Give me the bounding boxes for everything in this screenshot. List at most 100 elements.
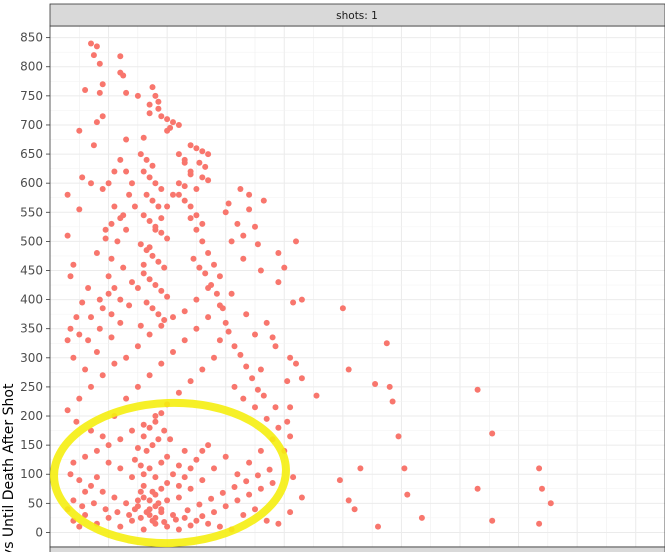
data-point (108, 255, 115, 262)
data-point (275, 520, 282, 527)
y-axis: 0 50 100 150 200 250 300 350 400 450 500 550 600 650 7… (20, 31, 50, 539)
data-point (155, 203, 162, 210)
data-point (257, 447, 264, 454)
data-point (205, 314, 212, 321)
data-point (146, 331, 153, 338)
data-point (205, 442, 212, 449)
data-point (99, 186, 106, 192)
data-point (123, 395, 130, 402)
data-point (260, 197, 267, 204)
data-point (257, 267, 264, 274)
data-point (205, 151, 212, 158)
data-point (395, 433, 402, 440)
data-point (187, 142, 194, 149)
data-point (152, 413, 159, 419)
data-point (158, 215, 165, 222)
data-point (187, 203, 194, 210)
data-point (161, 427, 168, 434)
data-point (152, 474, 159, 481)
data-point (137, 514, 144, 521)
data-point (219, 489, 226, 496)
data-point (287, 354, 294, 361)
data-point (252, 331, 258, 338)
data-point (181, 308, 188, 315)
data-point (170, 191, 176, 198)
data-point (199, 447, 206, 454)
data-point (237, 186, 244, 192)
data-point (82, 366, 89, 373)
y-tick-label: 700 (20, 118, 43, 132)
data-point (193, 145, 200, 152)
data-point (254, 241, 261, 248)
data-point (88, 40, 94, 47)
data-point (129, 474, 135, 481)
data-point (131, 456, 138, 463)
data-point (108, 334, 115, 341)
data-point (152, 282, 159, 288)
data-point (117, 156, 124, 163)
data-point (272, 404, 279, 411)
data-point (137, 241, 144, 248)
data-point (93, 474, 100, 481)
data-point (339, 305, 346, 312)
data-point (225, 328, 232, 335)
data-point (287, 404, 294, 411)
data-point (76, 127, 83, 134)
y-tick-label: 250 (20, 380, 43, 394)
data-point (193, 186, 200, 192)
data-point (158, 485, 165, 492)
data-point (193, 325, 200, 332)
data-point (181, 337, 188, 344)
data-point (76, 331, 83, 338)
data-point (269, 334, 276, 341)
data-point (155, 258, 162, 265)
data-point (225, 200, 232, 207)
data-point (146, 110, 153, 117)
data-point (152, 418, 159, 425)
data-point (187, 465, 194, 472)
data-point (246, 206, 253, 213)
y-tick-label: 850 (20, 31, 43, 45)
data-point (231, 343, 238, 350)
data-point (254, 386, 261, 393)
facet-strip: shots: 1 (49, 3, 665, 27)
data-point (143, 447, 150, 454)
data-point (181, 183, 188, 190)
data-point (90, 52, 97, 59)
data-point (137, 151, 144, 158)
data-point (117, 523, 124, 530)
data-point (117, 465, 124, 472)
data-point (202, 270, 209, 277)
data-point (164, 116, 171, 123)
data-point (246, 459, 253, 466)
data-point (164, 235, 171, 242)
y-tick-label: 550 (20, 205, 43, 219)
data-point (536, 520, 543, 527)
data-point (293, 360, 299, 367)
data-point (143, 191, 150, 198)
data-point (489, 517, 496, 524)
data-point (123, 354, 130, 361)
data-point (93, 43, 100, 50)
data-point (105, 442, 112, 449)
data-point (105, 459, 112, 466)
data-point (175, 462, 182, 469)
data-point (158, 410, 165, 417)
data-point (90, 500, 97, 507)
data-point (222, 453, 229, 460)
data-point (149, 305, 156, 312)
data-point (134, 343, 141, 350)
y-tick-label: 450 (20, 263, 43, 277)
data-point (140, 433, 147, 440)
y-tick-label: 350 (20, 322, 43, 336)
data-point (389, 398, 396, 405)
data-point (102, 506, 109, 513)
data-point (175, 122, 182, 128)
data-point (252, 506, 258, 513)
data-point (140, 261, 147, 268)
data-point (222, 503, 229, 510)
data-point (155, 311, 162, 318)
data-point (99, 113, 106, 120)
data-point (383, 340, 390, 347)
data-point (175, 151, 182, 158)
